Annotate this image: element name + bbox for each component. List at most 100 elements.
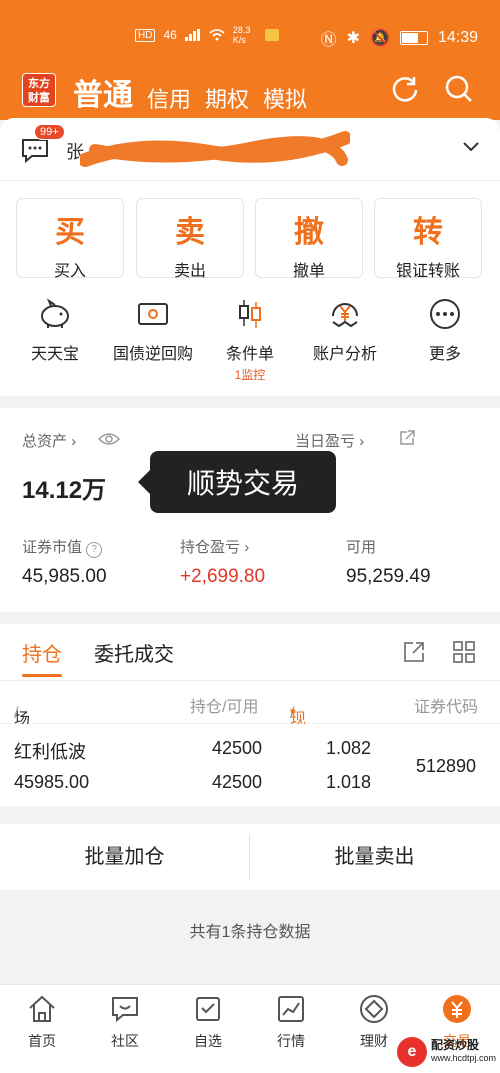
positions-tabs: 持仓 委托成交 <box>0 624 500 681</box>
community-icon <box>112 997 138 1023</box>
speed-label: 28.3 K/s <box>232 25 251 45</box>
transfer-glyph: 转 <box>413 216 443 249</box>
daily-pl-label[interactable]: 当日盈亏 › <box>295 430 364 451</box>
nav-label: 首页 <box>28 1033 56 1049</box>
active-tab-indicator <box>22 674 62 677</box>
help-icon[interactable]: ? <box>86 542 103 558</box>
holdings-summary: 共有1条持仓数据 <box>189 924 311 941</box>
tab-normal[interactable]: 普通 <box>73 70 133 116</box>
nav-wealth[interactable]: 理财 <box>344 993 404 1051</box>
market-value-text: 证券市值 <box>22 539 83 556</box>
tab-holdings[interactable]: 持仓 <box>22 638 62 667</box>
chevron-right-icon: › <box>359 433 365 450</box>
tab-options[interactable]: 期权 <box>205 82 249 116</box>
position-pl-label[interactable]: 持仓盈亏 › <box>180 536 249 557</box>
message-row[interactable]: 99+ 张 <box>0 118 500 181</box>
buy-button[interactable]: 买 买入 <box>16 198 124 280</box>
buy-label: 买入 <box>53 263 86 280</box>
sell-button[interactable]: 卖 卖出 <box>136 198 244 280</box>
position-pl-text: 持仓盈亏 <box>180 539 241 556</box>
candlestick-icon <box>239 300 261 328</box>
tooltip: 顺势交易 <box>138 451 336 513</box>
col-holding[interactable]: 持仓/可用 <box>190 693 258 717</box>
nav-label: 行情 <box>277 1033 305 1049</box>
transfer-button[interactable]: 转 银证转账 <box>374 198 482 280</box>
batch-sell-button[interactable]: 批量卖出 <box>250 824 499 890</box>
quick-link-label: 更多 <box>428 346 461 363</box>
fund-market-value: 45985.00 <box>14 772 90 792</box>
col-code[interactable]: 证券代码 <box>414 693 500 717</box>
yen-chart-icon <box>332 303 358 328</box>
available-qty: 42500 <box>212 772 263 792</box>
home-icon <box>29 995 55 1022</box>
sell-glyph: 卖 <box>175 216 205 249</box>
nav-market[interactable]: 行情 <box>261 993 321 1051</box>
chevron-down-icon[interactable] <box>462 140 480 154</box>
market-value: 45,985.00 <box>22 566 107 587</box>
more-icon <box>430 299 460 329</box>
quick-link-account-analysis[interactable]: 账户分析 <box>300 296 390 364</box>
message-icon <box>22 139 48 164</box>
trade-icon <box>443 995 471 1023</box>
nav-community[interactable]: 社区 <box>95 993 155 1051</box>
watermark-text: 配资炒股 www.hcdtpj.com <box>431 1039 496 1065</box>
quick-link-label: 条件单 <box>225 346 274 363</box>
status-bar: HD 46 28.3 K/s Ⓝ ✱ 🔕 14:39 <box>0 0 500 70</box>
sort-icon: ▾ <box>290 706 296 718</box>
wealth-icon <box>360 995 388 1023</box>
clock: 14:39 <box>437 29 478 46</box>
share-icon[interactable] <box>402 640 426 664</box>
watermark-url: www.hcdtpj.com <box>430 1053 496 1063</box>
nfc-icon: Ⓝ <box>320 32 337 49</box>
status-right: Ⓝ ✱ 🔕 14:39 <box>321 26 478 50</box>
cancel-glyph: 撤 <box>294 216 324 249</box>
fund-name: 红利低波 <box>14 742 86 762</box>
grid-view-icon[interactable] <box>452 640 476 664</box>
search-icon[interactable] <box>444 74 474 104</box>
network-label: 46 <box>163 28 177 42</box>
quick-link-label: 国债逆回购 <box>112 346 193 363</box>
security-code: 512890 <box>416 756 477 776</box>
nav-label: 理财 <box>360 1033 388 1049</box>
total-assets-text: 总资产 <box>22 433 68 450</box>
mute-icon: 🔕 <box>370 30 390 47</box>
tab-orders[interactable]: 委托成交 <box>94 638 174 667</box>
quick-link-more[interactable]: 更多 <box>400 296 490 364</box>
buy-glyph: 买 <box>55 216 85 249</box>
trade-card: 99+ 张 买 买入 卖 卖出 撤 撤单 转 银证转账 天天宝 国债逆回购 条件… <box>0 118 500 396</box>
chevron-right-icon: › <box>71 433 77 450</box>
quick-link-tiantianbao[interactable]: 天天宝 <box>10 296 100 364</box>
quick-link-condition-order[interactable]: 条件单 1监控 <box>205 296 295 383</box>
tab-simulation[interactable]: 模拟 <box>263 82 307 116</box>
piggy-bank-icon <box>41 298 69 328</box>
message-badge: 99+ <box>34 124 65 140</box>
network-status: HD 46 28.3 K/s <box>135 25 279 45</box>
eye-icon[interactable] <box>98 432 120 446</box>
batch-actions: 批量加仓 批量卖出 <box>0 824 500 890</box>
table-row[interactable]: 红利低波 45985.00 42500 42500 1.082 1.018 51… <box>0 724 500 806</box>
total-assets-label[interactable]: 总资产 › <box>22 430 76 451</box>
refresh-icon[interactable] <box>390 74 420 104</box>
tab-credit[interactable]: 信用 <box>147 82 191 116</box>
quick-link-label: 账户分析 <box>312 346 377 363</box>
logo-text-1: 东方 <box>28 78 50 90</box>
nav-label: 自选 <box>194 1033 222 1049</box>
market-icon <box>278 996 304 1022</box>
bottom-nav: 首页 社区 自选 行情 理财 交易 e 配资炒股 www.hcdtpj.com <box>0 984 500 1073</box>
monitor-count: 1监控 <box>234 368 266 382</box>
batch-add-button[interactable]: 批量加仓 <box>0 824 249 890</box>
daily-pl-text: 当日盈亏 <box>295 433 356 450</box>
nav-home[interactable]: 首页 <box>12 993 72 1051</box>
quick-link-reverse-repo[interactable]: 国债逆回购 <box>108 296 198 364</box>
nav-watchlist[interactable]: 自选 <box>178 993 238 1051</box>
assets-panel: 总资产 › 当日盈亏 › 14.12万 顺势交易 证券市值 ? 持仓盈亏 › 可… <box>0 408 500 612</box>
cancel-label: 撤单 <box>292 263 325 280</box>
chevron-right-icon: › <box>244 539 250 556</box>
external-link-icon[interactable] <box>398 429 416 447</box>
market-value-label: 证券市值 ? <box>22 536 103 558</box>
app-header: HD 46 28.3 K/s Ⓝ ✱ 🔕 14:39 东方 财富 普通 信用 期… <box>0 0 500 120</box>
holding-qty: 42500 <box>212 738 263 758</box>
cancel-order-button[interactable]: 撤 撤单 <box>255 198 363 280</box>
quick-link-label: 天天宝 <box>30 346 79 363</box>
cost-price: 1.018 <box>326 772 372 792</box>
